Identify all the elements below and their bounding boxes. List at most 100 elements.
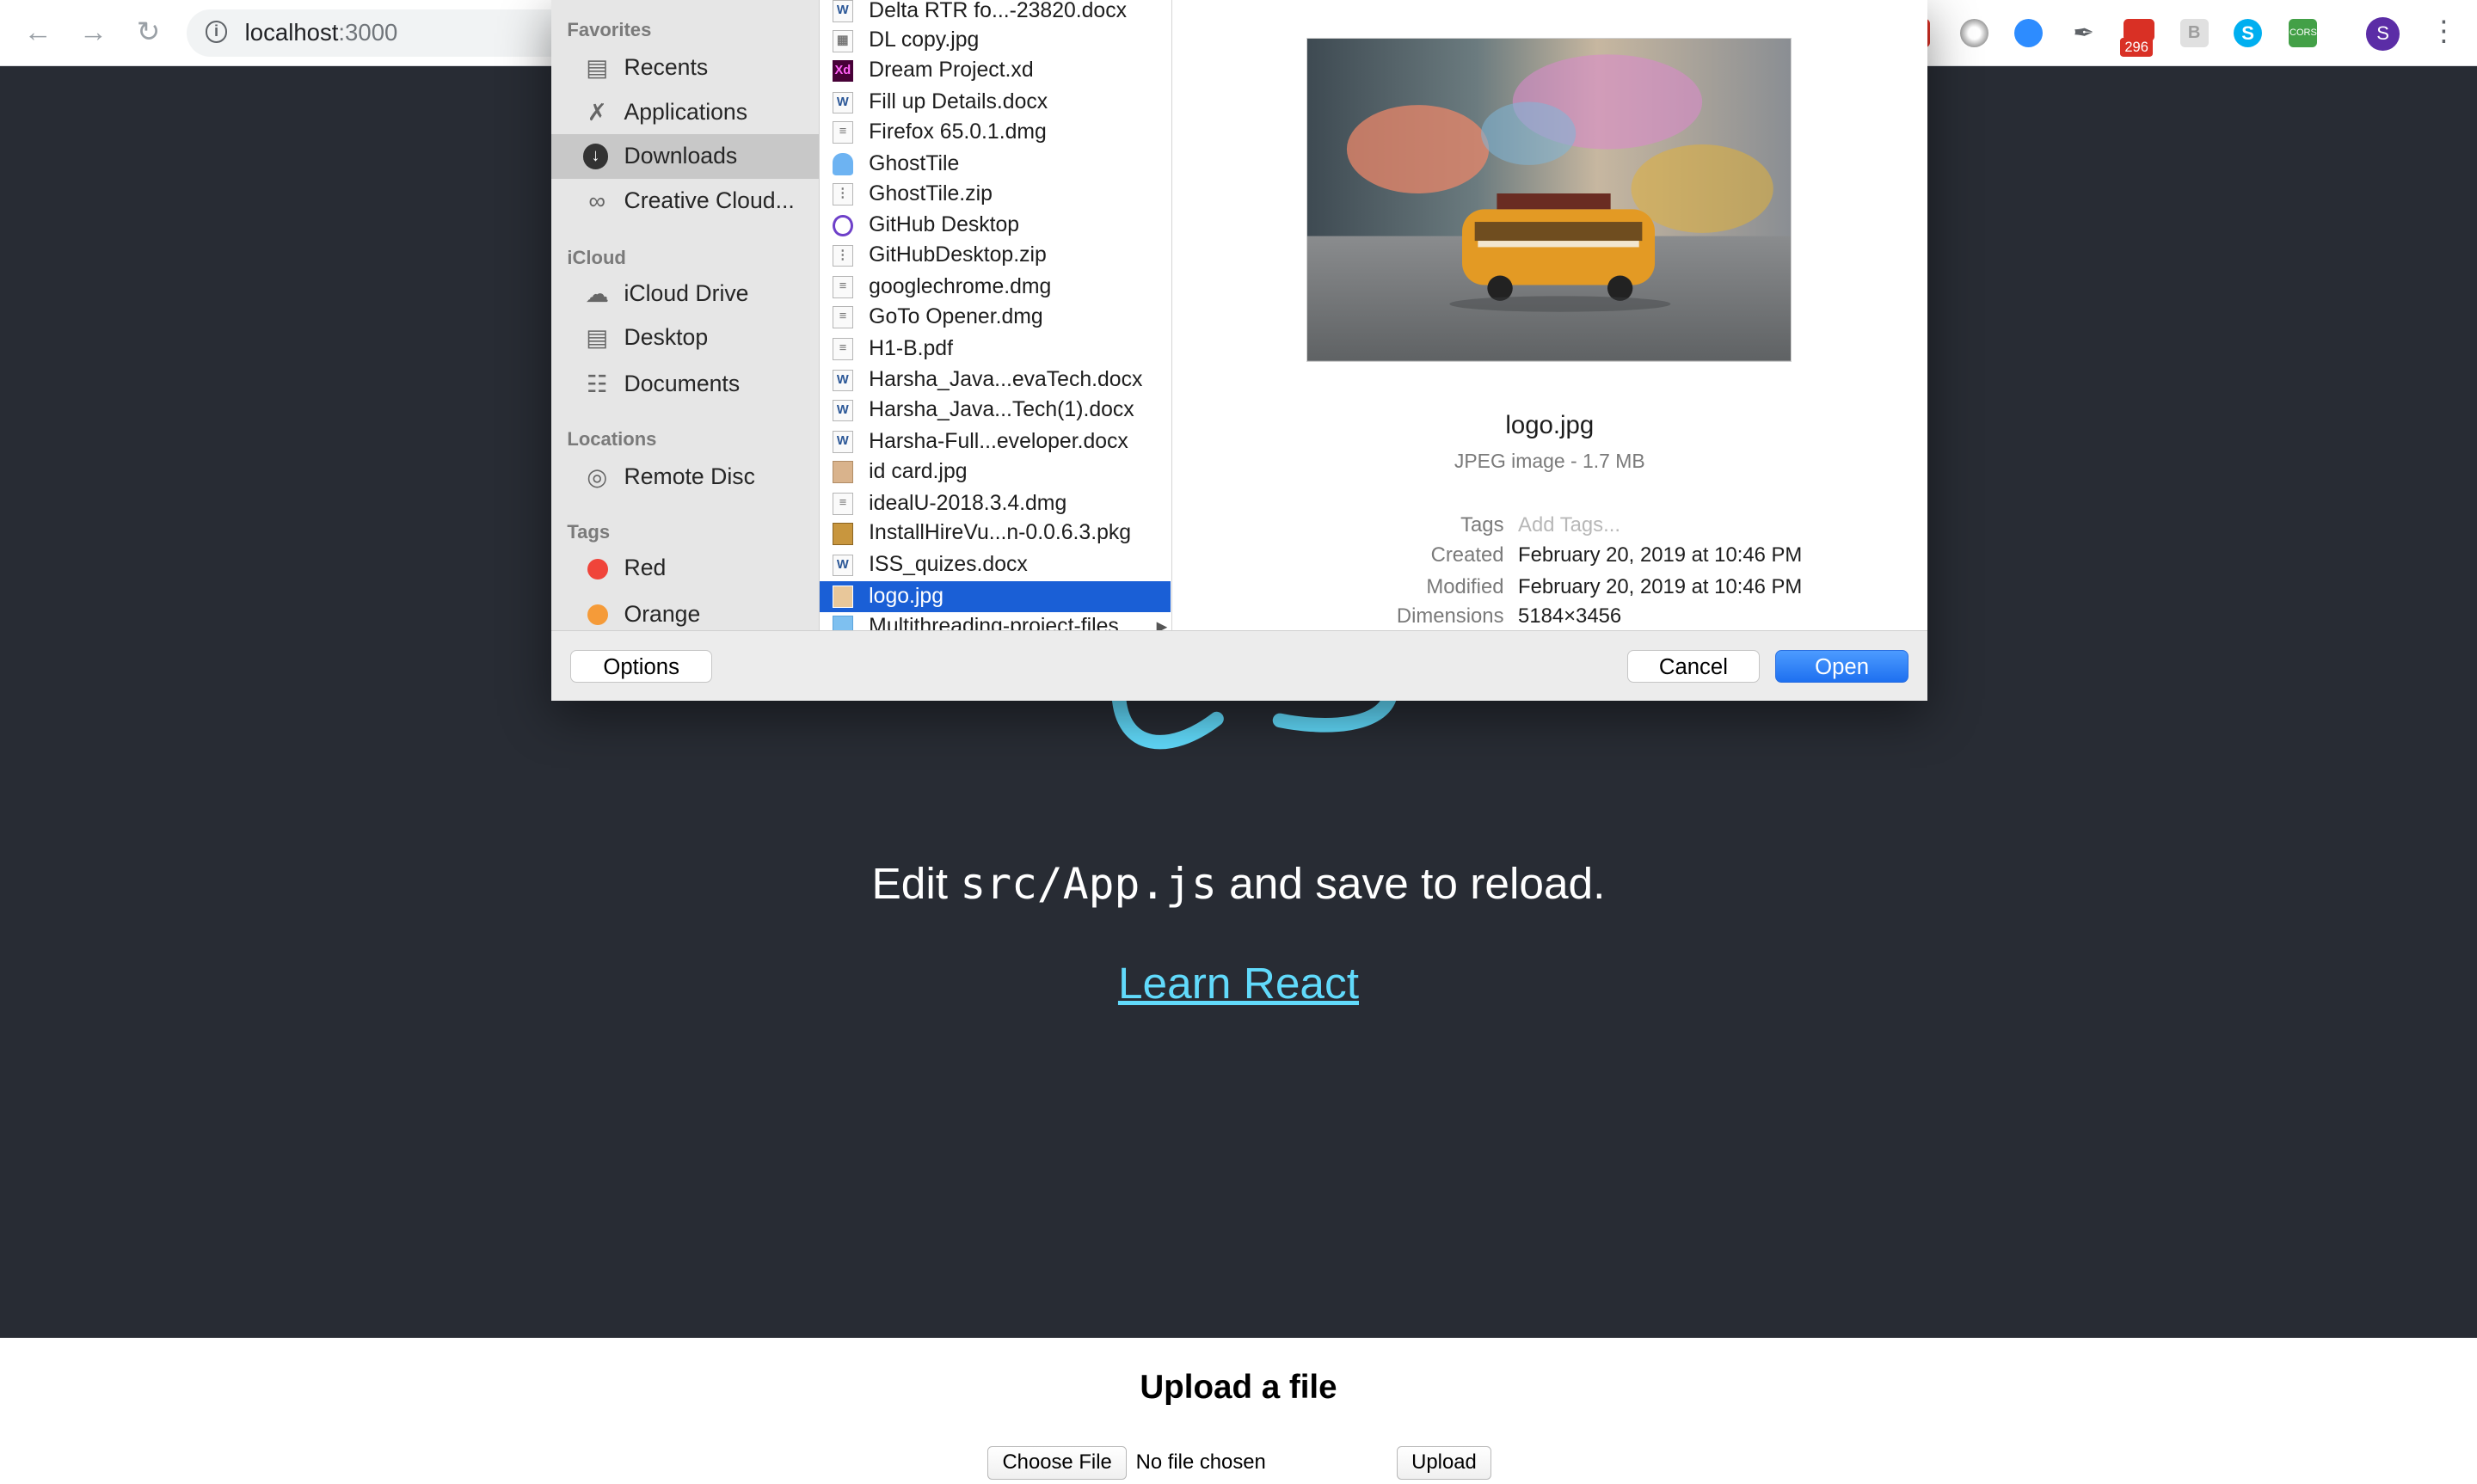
xd-file-icon: Xd — [832, 59, 853, 83]
profile-avatar[interactable]: S — [2366, 17, 2400, 51]
file-list[interactable]: W Delta RTR fo...-23820.docx ▦ DL copy.jpg… — [820, 0, 1172, 630]
dialog-sidebar: Favorites ▤ Recents ✗ Applications ↓ Dow… — [551, 0, 821, 630]
list-item[interactable]: W Harsha-Full...eveloper.docx — [820, 426, 1171, 457]
file-name: H1-B.pdf — [869, 336, 953, 360]
sidebar-item-desktop[interactable]: ▤ Desktop — [551, 316, 819, 359]
list-item[interactable]: ≡ GoTo Opener.dmg — [820, 302, 1171, 333]
eyedropper-icon[interactable]: ✒ — [2069, 19, 2098, 47]
sidebar-item-applications[interactable]: ✗ Applications — [551, 90, 819, 134]
pdf-file-icon: ≡ — [832, 338, 853, 360]
created-label: Created — [1430, 543, 1504, 567]
word-doc-icon: W — [832, 554, 853, 577]
file-name: googlechrome.dmg — [869, 274, 1052, 298]
dmg-file-icon: ≡ — [832, 276, 853, 299]
dialog-footer: Options Cancel Open — [551, 629, 1927, 702]
cloud-icon: ☁ — [585, 279, 610, 307]
sidebar-item-documents[interactable]: ☷ Documents — [551, 362, 819, 406]
edit-prefix: Edit — [871, 858, 961, 909]
word-doc-icon: W — [832, 369, 853, 392]
list-item[interactable]: W ISS_quizes.docx — [820, 549, 1171, 580]
list-item[interactable]: ⋮ GhostTile.zip — [820, 179, 1171, 210]
word-doc-icon: W — [832, 0, 853, 22]
sidebar-item-recents[interactable]: ▤ Recents — [551, 46, 819, 89]
modified-label: Modified — [1426, 574, 1504, 598]
file-input[interactable]: Choose File No file chosen — [986, 1446, 1266, 1481]
list-item[interactable]: W Harsha_Java...evaTech.docx — [820, 365, 1171, 396]
sidebar-item-icloud-drive[interactable]: ☁ iCloud Drive — [551, 272, 819, 316]
url-port: :3000 — [338, 19, 398, 46]
dimensions-label: Dimensions — [1396, 604, 1504, 629]
file-open-dialog: Favorites ▤ Recents ✗ Applications ↓ Dow… — [551, 0, 1927, 702]
file-name: GoTo Opener.dmg — [869, 304, 1043, 328]
learn-react-link[interactable]: Learn React — [0, 957, 2477, 1009]
tags-label: Tags — [1460, 512, 1504, 537]
list-item[interactable]: id card.jpg — [820, 457, 1171, 488]
upload-button[interactable]: Upload — [1396, 1446, 1492, 1481]
list-item[interactable]: W Delta RTR fo...-23820.docx — [820, 0, 1171, 26]
learn-react-label[interactable]: Learn React — [1118, 958, 1359, 1008]
url-text[interactable]: localhost:3000 — [245, 19, 398, 46]
zoom-icon[interactable] — [2013, 19, 2043, 48]
file-name: idealU-2018.3.4.dmg — [869, 491, 1067, 515]
list-item[interactable]: Multithreading-project-files ▶ — [820, 611, 1171, 630]
van-photo-image — [1306, 39, 1791, 361]
list-item[interactable]: GitHub Desktop — [820, 210, 1171, 241]
sidebar-item-label: Red — [624, 555, 667, 581]
back-arrow-icon[interactable]: ← — [21, 15, 55, 50]
list-item[interactable]: GhostTile — [820, 149, 1171, 180]
list-item-selected[interactable]: logo.jpg — [820, 580, 1171, 612]
word-doc-icon: W — [832, 399, 853, 422]
dmg-file-icon: ≡ — [832, 121, 853, 144]
extension-b-icon[interactable]: B — [2179, 19, 2209, 48]
sidebar-item-label: Recents — [624, 54, 709, 81]
choose-file-button[interactable]: Choose File — [986, 1446, 1128, 1481]
chrome-menu-icon[interactable]: ⋮ — [2430, 15, 2458, 49]
file-name: InstallHireVu...n-0.0.6.3.pkg — [869, 521, 1132, 545]
list-item[interactable]: ≡ idealU-2018.3.4.dmg — [820, 488, 1171, 519]
sidebar-item-label: Remote Disc — [624, 463, 755, 489]
list-item[interactable]: ≡ H1-B.pdf — [820, 334, 1171, 365]
edit-instruction: Edit src/App.js and save to reload. — [0, 857, 2477, 909]
red-tag-dot-icon — [587, 559, 609, 580]
sidebar-item-label: Applications — [624, 98, 748, 125]
list-item[interactable]: ≡ googlechrome.dmg — [820, 272, 1171, 303]
file-name: Firefox 65.0.1.dmg — [869, 120, 1047, 144]
sidebar-item-tag-orange[interactable]: Orange — [551, 592, 819, 630]
cors-icon[interactable]: CORS — [2289, 19, 2318, 48]
extension-gray-circle-icon[interactable] — [1960, 19, 1989, 48]
downloads-icon: ↓ — [582, 144, 609, 169]
gmail-badge: 296 — [2119, 38, 2154, 58]
favorites-header: Favorites — [567, 19, 652, 41]
open-button[interactable]: Open — [1775, 649, 1908, 684]
cancel-button[interactable]: Cancel — [1626, 649, 1761, 684]
zip-file-icon: ⋮ — [832, 183, 853, 205]
file-name: Harsha-Full...eveloper.docx — [869, 429, 1128, 453]
list-item[interactable]: InstallHireVu...n-0.0.6.3.pkg — [820, 518, 1171, 549]
file-preview: logo.jpg JPEG image - 1.7 MB Tags Add Ta… — [1171, 0, 1927, 630]
tags-field[interactable]: Add Tags... — [1518, 513, 1620, 537]
list-item[interactable]: Xd Dream Project.xd — [820, 55, 1171, 86]
list-item[interactable]: W Fill up Details.docx — [820, 87, 1171, 118]
icloud-header: iCloud — [567, 246, 626, 268]
no-file-label: No file chosen — [1135, 1450, 1266, 1475]
list-item[interactable]: ≡ Firefox 65.0.1.dmg — [820, 117, 1171, 148]
folder-icon — [832, 616, 853, 630]
sidebar-item-creative-cloud[interactable]: ∞ Creative Cloud... — [551, 179, 819, 223]
skype-icon[interactable]: S — [2234, 19, 2263, 48]
options-button[interactable]: Options — [570, 649, 713, 684]
sidebar-item-tag-red[interactable]: Red — [551, 546, 819, 590]
list-item[interactable]: ⋮ GitHubDesktop.zip — [820, 240, 1171, 271]
list-item[interactable]: ▦ DL copy.jpg — [820, 25, 1171, 56]
sidebar-item-downloads[interactable]: ↓ Downloads — [551, 134, 820, 179]
sidebar-item-label: Desktop — [624, 324, 709, 351]
sidebar-item-remote-disc[interactable]: ◎ Remote Disc — [551, 455, 819, 499]
reload-icon[interactable]: ↻ — [131, 15, 165, 50]
documents-icon: ☷ — [586, 370, 608, 397]
desktop-icon: ▤ — [586, 324, 609, 352]
list-item[interactable]: W Harsha_Java...Tech(1).docx — [820, 395, 1171, 426]
url-host: localhost — [244, 19, 339, 46]
sidebar-item-label: Documents — [624, 370, 741, 396]
forward-arrow-icon[interactable]: → — [76, 15, 110, 50]
dmg-file-icon: ≡ — [832, 493, 853, 515]
info-icon[interactable]: i — [205, 20, 228, 43]
